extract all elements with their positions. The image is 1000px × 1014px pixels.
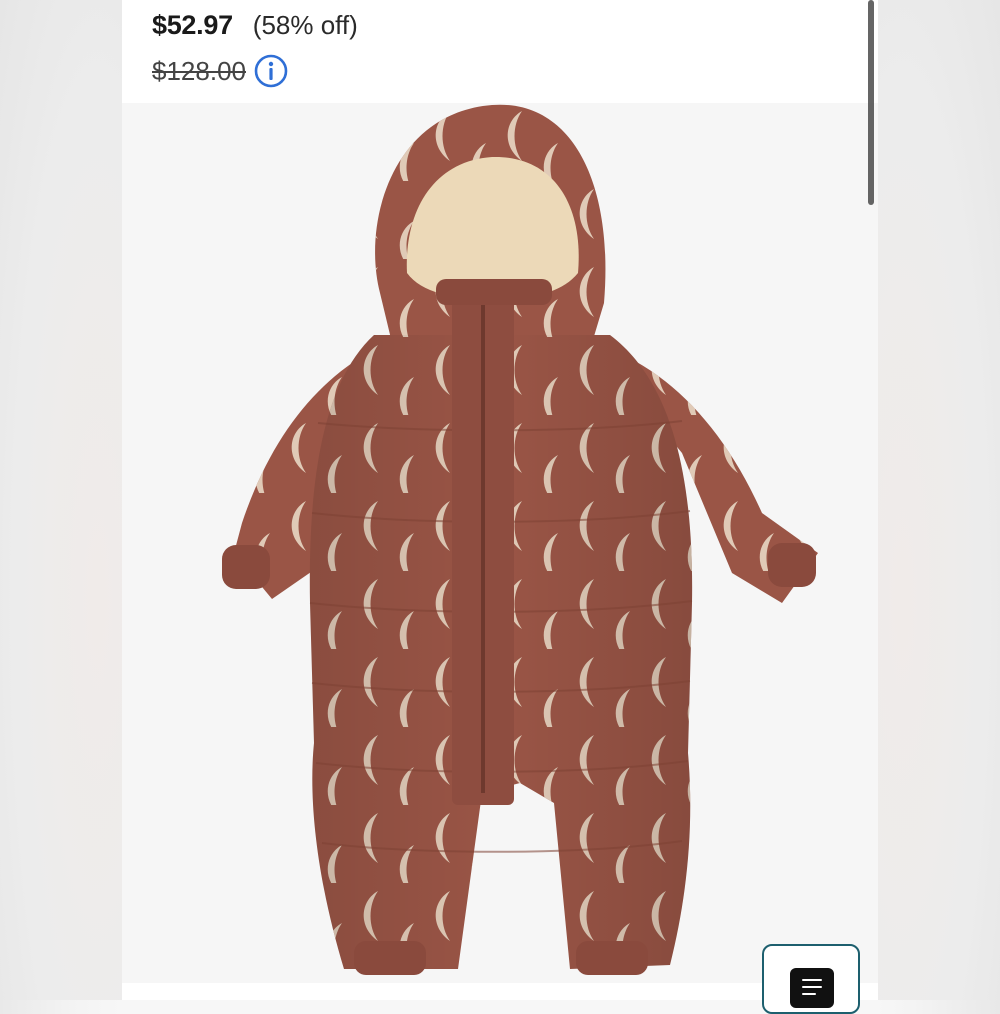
list-menu-icon: [790, 968, 834, 1008]
sale-price: $52.97: [152, 10, 233, 40]
background-right: [878, 0, 1000, 1000]
discount-label: (58% off): [252, 10, 358, 40]
product-image[interactable]: [122, 103, 878, 983]
scrollbar[interactable]: [868, 0, 874, 205]
menu-button[interactable]: [762, 944, 860, 1014]
original-price-row: $128.00: [152, 54, 288, 88]
snowsuit: [222, 104, 818, 975]
price-row: $52.97 (58% off): [152, 10, 358, 41]
product-page: $52.97 (58% off) $128.00: [122, 0, 878, 1000]
original-price: $128.00: [152, 55, 246, 86]
background-left: [0, 0, 122, 1000]
snowsuit-image: [222, 104, 818, 975]
info-circle-icon[interactable]: [254, 54, 288, 88]
